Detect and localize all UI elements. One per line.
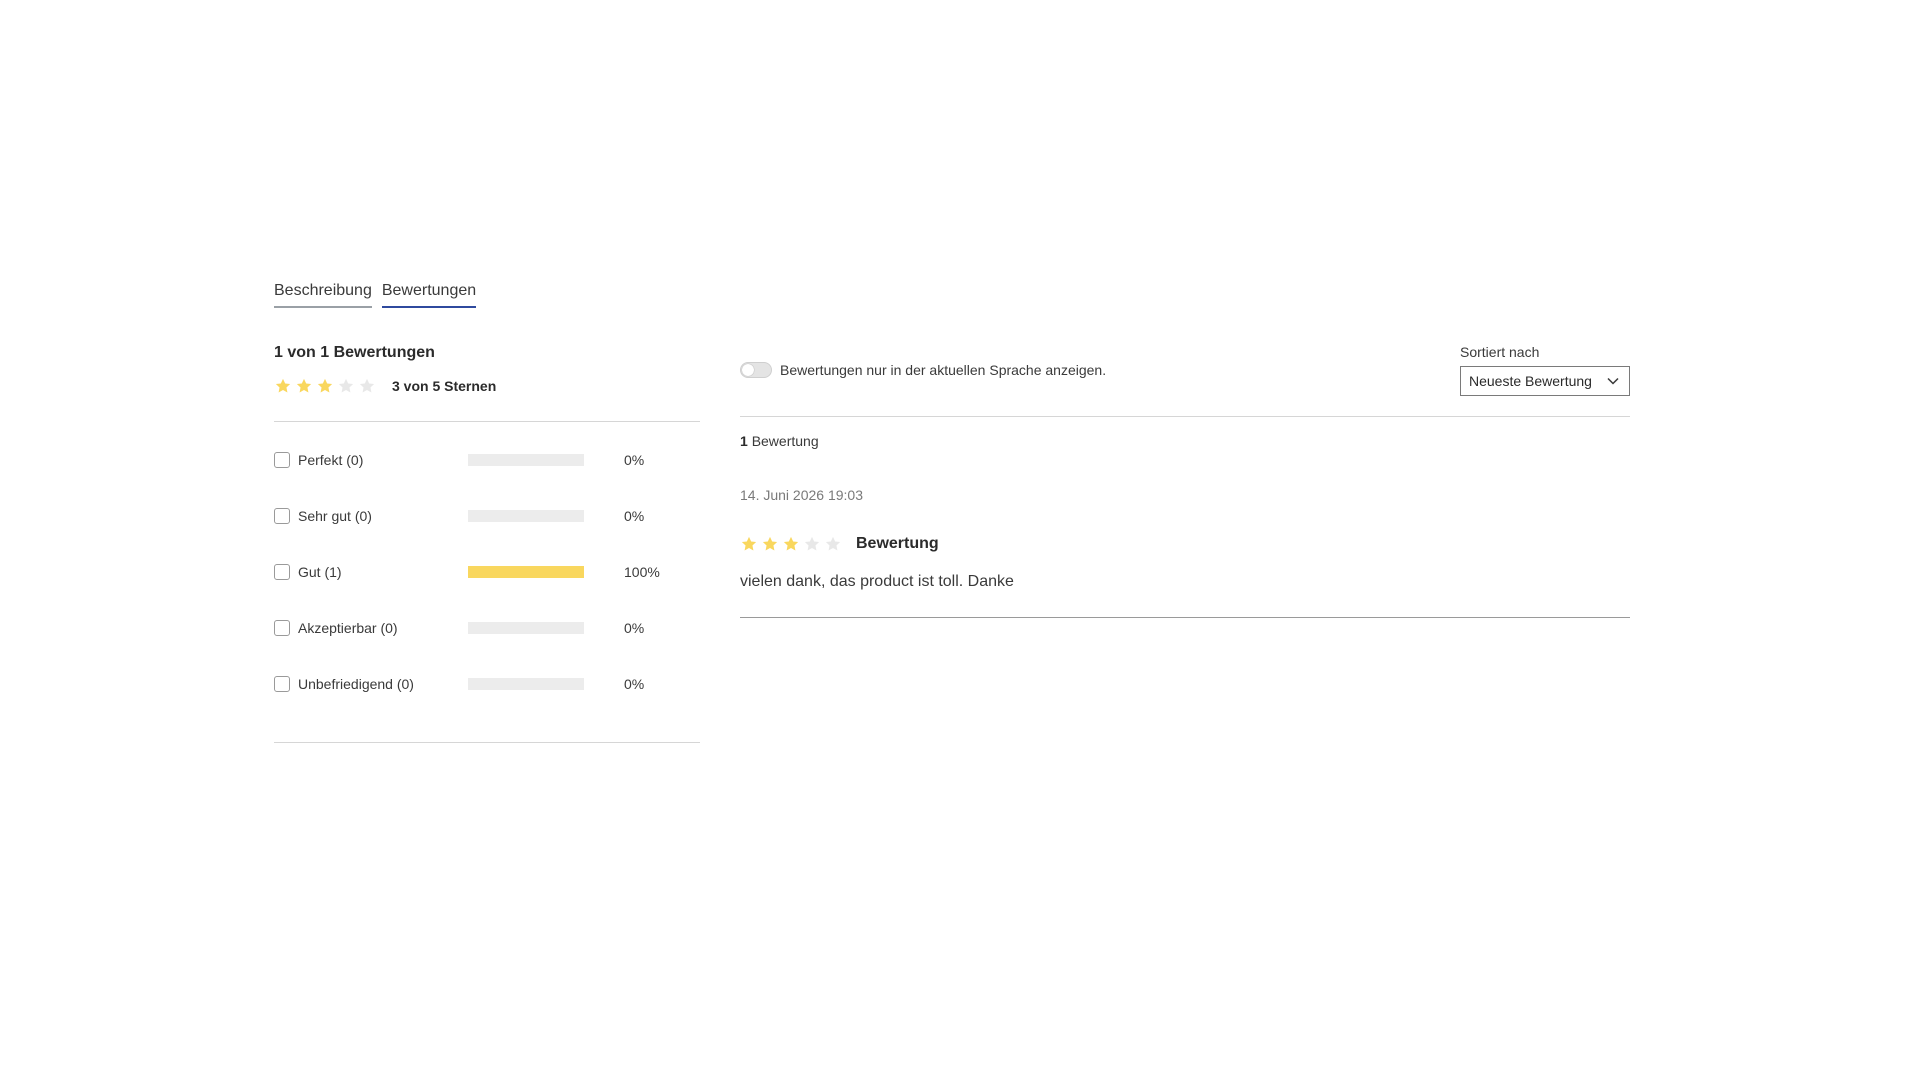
reviews-panel: Bewertungen nur in der aktuellen Sprache… — [740, 344, 1630, 618]
filter-percent: 0% — [624, 452, 645, 468]
star-icon — [803, 535, 821, 553]
filter-progress-bar — [468, 566, 584, 578]
filter-label[interactable]: Unbefriedigend (0) — [298, 676, 468, 692]
filter-bottom-divider — [274, 742, 700, 743]
rating-filter-list: Perfekt (0) 0% Sehr gut (0) 0% Gut (1) 1… — [274, 432, 700, 712]
tab-beschreibung[interactable]: Beschreibung — [274, 282, 372, 308]
sort-select-value: Neueste Bewertung — [1469, 373, 1592, 389]
language-toggle[interactable] — [740, 362, 772, 378]
star-icon — [337, 377, 355, 395]
review-text: vielen dank, das product ist toll. Danke — [740, 573, 1014, 590]
sort-control: Sortiert nach Neueste Bewertung — [1460, 344, 1630, 396]
sort-select[interactable]: Neueste Bewertung — [1460, 366, 1630, 396]
chevron-down-icon — [1607, 377, 1619, 385]
tab-bewertungen[interactable]: Bewertungen — [381, 282, 477, 308]
filter-row-akzeptierbar[interactable]: Akzeptierbar (0) 0% — [274, 600, 700, 656]
filter-percent: 100% — [624, 564, 660, 580]
filter-progress-bar — [468, 622, 584, 634]
filter-label[interactable]: Akzeptierbar (0) — [298, 620, 468, 636]
review-date: 14. Juni 2026 19:03 — [740, 487, 863, 503]
star-icon — [782, 535, 800, 553]
filter-row-gut[interactable]: Gut (1) 100% — [274, 544, 700, 600]
filter-checkbox[interactable] — [274, 564, 290, 580]
filter-label[interactable]: Perfekt (0) — [298, 452, 468, 468]
reviews-count-number: 1 — [740, 433, 748, 449]
filter-label[interactable]: Sehr gut (0) — [298, 508, 468, 524]
star-icon — [824, 535, 842, 553]
filter-progress-bar — [468, 678, 584, 690]
star-icon — [761, 535, 779, 553]
filter-percent: 0% — [624, 620, 645, 636]
star-icon — [358, 377, 376, 395]
filter-percent: 0% — [624, 508, 645, 524]
language-toggle-label[interactable]: Bewertungen nur in der aktuellen Sprache… — [780, 362, 1106, 378]
star-icon — [295, 377, 313, 395]
filter-progress-fill — [468, 566, 584, 578]
toggle-knob — [742, 364, 754, 376]
summary-title: 1 von 1 Bewertungen — [274, 344, 435, 361]
rating-summary-panel: 1 von 1 Bewertungen 3 von 5 Sternen Perf… — [274, 344, 700, 743]
filter-row-sehr-gut[interactable]: Sehr gut (0) 0% — [274, 488, 700, 544]
toolbar-divider — [740, 416, 1630, 417]
filter-row-perfekt[interactable]: Perfekt (0) 0% — [274, 432, 700, 488]
star-icon — [274, 377, 292, 395]
review-stars — [740, 535, 842, 553]
filter-checkbox[interactable] — [274, 620, 290, 636]
reviews-toolbar: Bewertungen nur in der aktuellen Sprache… — [740, 344, 1630, 416]
filter-checkbox[interactable] — [274, 452, 290, 468]
reviews-count: 1 Bewertung — [740, 433, 1630, 449]
summary-stars — [274, 377, 376, 395]
star-icon — [316, 377, 334, 395]
sort-label: Sortiert nach — [1460, 344, 1540, 360]
filter-checkbox[interactable] — [274, 676, 290, 692]
filter-progress-bar — [468, 454, 584, 466]
summary-divider — [274, 421, 700, 422]
filter-label[interactable]: Gut (1) — [298, 564, 468, 580]
review-divider — [740, 617, 1630, 618]
filter-percent: 0% — [624, 676, 645, 692]
tab-bar: Beschreibung Bewertungen — [274, 282, 477, 308]
filter-checkbox[interactable] — [274, 508, 290, 524]
language-filter: Bewertungen nur in der aktuellen Sprache… — [740, 362, 1106, 378]
star-icon — [740, 535, 758, 553]
filter-progress-bar — [468, 510, 584, 522]
review-item: 14. Juni 2026 19:03 Bewertung vielen dan… — [740, 487, 1630, 591]
summary-rating-row: 3 von 5 Sternen — [274, 377, 700, 395]
review-title: Bewertung — [856, 535, 939, 552]
filter-row-unbefriedigend[interactable]: Unbefriedigend (0) 0% — [274, 656, 700, 712]
review-header: Bewertung — [740, 535, 1630, 553]
summary-rating-text: 3 von 5 Sternen — [392, 378, 497, 394]
reviews-count-label: Bewertung — [751, 433, 819, 449]
